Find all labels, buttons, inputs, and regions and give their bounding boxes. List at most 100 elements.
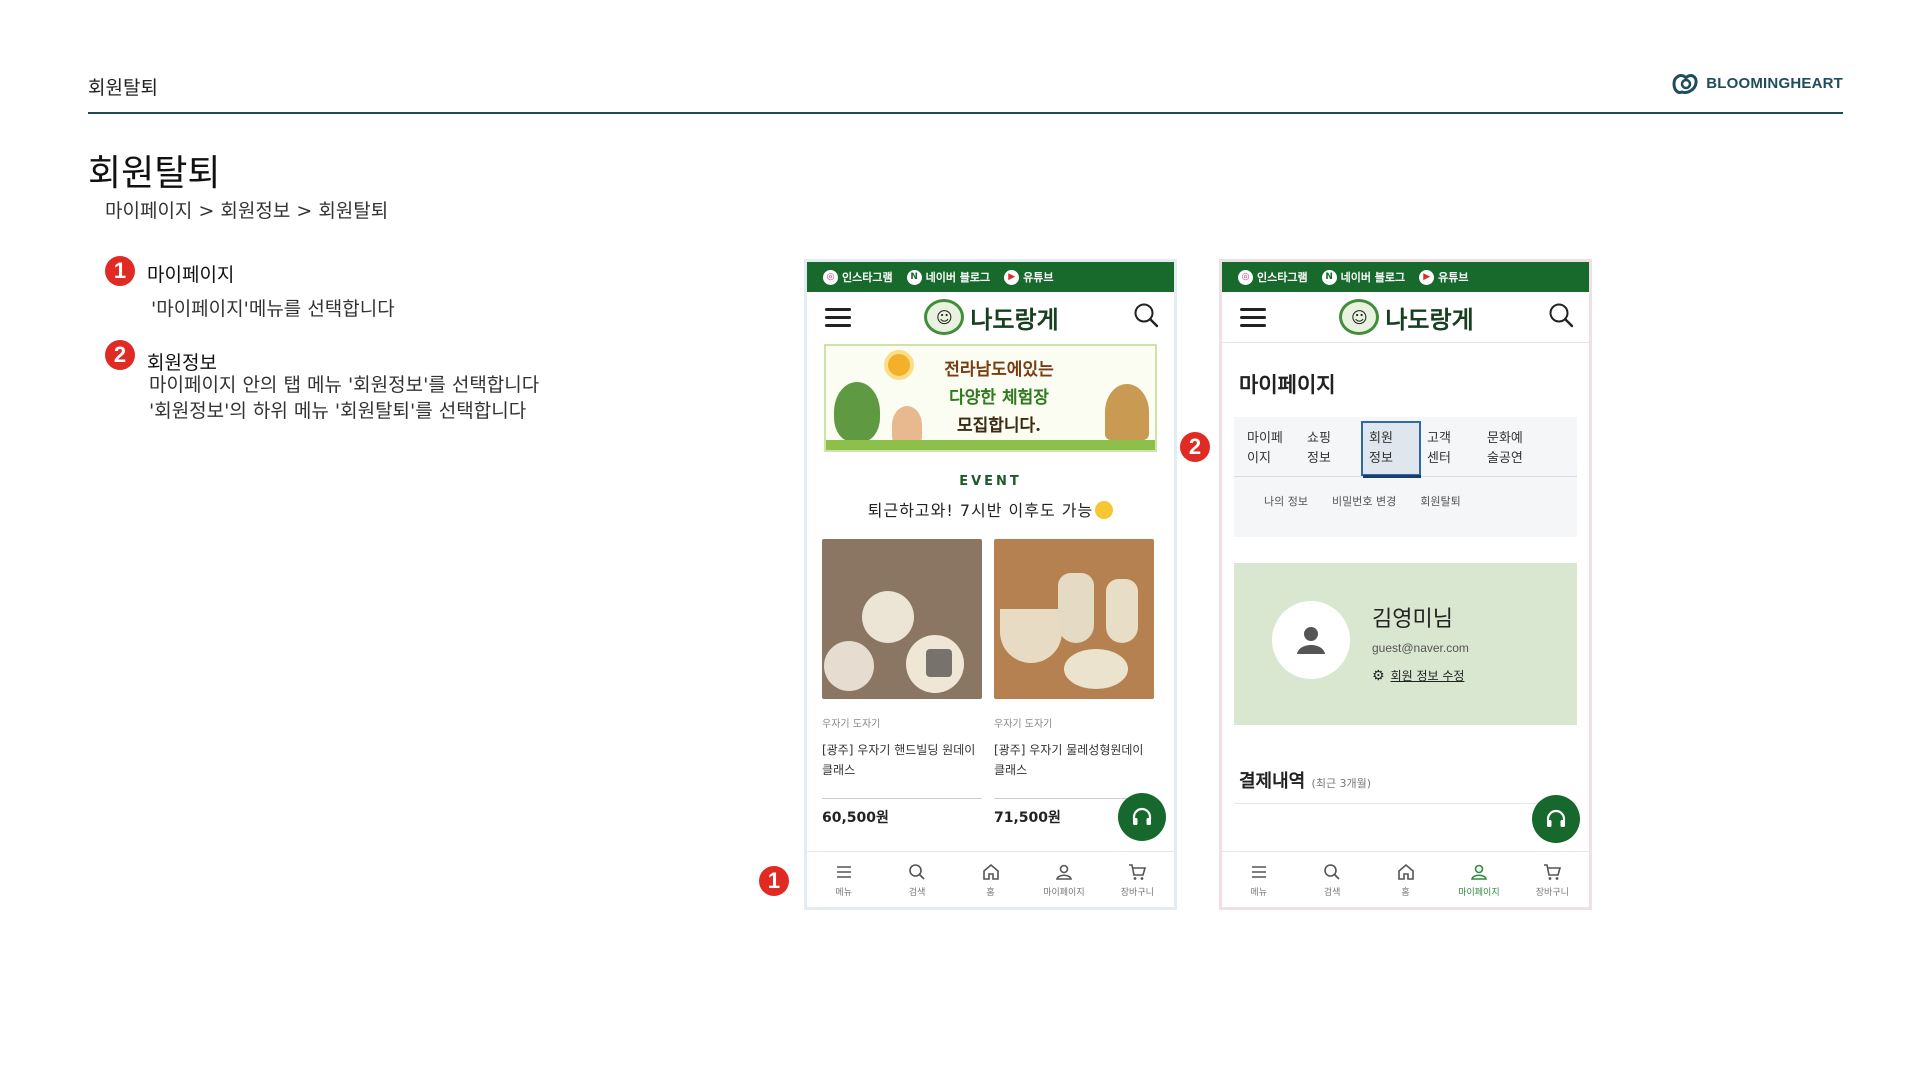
search-icon xyxy=(1324,863,1340,880)
youtube-icon: ▶ xyxy=(1004,269,1020,285)
cart-icon xyxy=(1544,863,1562,880)
home-icon xyxy=(1397,863,1414,880)
promo-banner[interactable]: 전라남도에있는 다양한 체험장 모집합니다. xyxy=(824,344,1157,452)
edit-profile-label: 회원 정보 수정 xyxy=(1390,669,1465,683)
step-desc-line: 마이페이지 안의 탭 메뉴 '회원정보'를 선택합니다 xyxy=(149,374,540,396)
step-description: 마이페이지 안의 탭 메뉴 '회원정보'를 선택합니다 '회원정보'의 하위 메… xyxy=(149,372,539,424)
mypage-title: 마이페이지 xyxy=(1239,373,1336,397)
nav-search[interactable]: 검색 xyxy=(880,852,953,907)
tab-customer-center[interactable]: 고객 센터 xyxy=(1421,425,1481,476)
banner-line: 다양한 체험장 xyxy=(949,388,1049,408)
member-info-subtabs: 나의 정보 비밀번호 변경 회원탈퇴 xyxy=(1234,477,1577,509)
edit-profile-link[interactable]: ⚙ 회원 정보 수정 xyxy=(1372,667,1464,684)
product-name: [광주] 우자기 물레성형원데이클래스 xyxy=(994,743,1144,777)
social-label: 인스타그램 xyxy=(842,271,893,284)
product-price: 60,500원 xyxy=(822,810,889,826)
payment-history-title: 결제내역 (최근 3개월) xyxy=(1239,767,1589,793)
social-link-instagram[interactable]: ◎ 인스타그램 xyxy=(823,269,893,285)
social-label: 유튜브 xyxy=(1438,271,1469,284)
mascot-icon: ☺ xyxy=(924,299,965,335)
youtube-icon: ▶ xyxy=(1419,269,1435,285)
social-link-instagram[interactable]: ◎ 인스타그램 xyxy=(1238,269,1308,285)
nav-search[interactable]: 검색 xyxy=(1295,852,1368,907)
social-bar: ◎ 인스타그램 N 네이버 블로그 ▶ 유튜브 xyxy=(807,262,1174,292)
banner-line: 전라남도에있는 xyxy=(944,360,1054,380)
nav-home[interactable]: 홈 xyxy=(954,852,1027,907)
product-name: [광주] 우자기 핸드빌딩 원데이클래스 xyxy=(822,743,976,777)
naver-blog-icon: N xyxy=(1321,269,1337,285)
social-label: 인스타그램 xyxy=(1257,271,1308,284)
step-badge: 1 xyxy=(105,256,135,286)
subtab-withdraw[interactable]: 회원탈퇴 xyxy=(1420,493,1460,509)
brand-name: BLOOMINGHEART xyxy=(1706,74,1843,92)
social-link-naver-blog[interactable]: N 네이버 블로그 xyxy=(906,269,990,285)
tab-shopping-info[interactable]: 쇼핑 정보 xyxy=(1301,425,1361,476)
payment-history-list xyxy=(1234,803,1577,843)
mypage-tab-panel: 마이페 이지 쇼핑 정보 회원 정보 고객 센터 문화예 술공연 나의 정보 비… xyxy=(1234,417,1577,537)
step-badge: 2 xyxy=(105,340,135,370)
tab-culture-arts[interactable]: 문화예 술공연 xyxy=(1481,425,1541,476)
farmer-illustration xyxy=(892,406,922,444)
social-link-youtube[interactable]: ▶ 유튜브 xyxy=(1419,269,1469,285)
nav-label: 검색 xyxy=(908,887,926,898)
step-title: 마이페이지 xyxy=(147,264,235,286)
support-chat-button[interactable] xyxy=(1532,795,1580,843)
headset-icon xyxy=(1132,807,1152,825)
product-image xyxy=(994,539,1154,699)
nav-label: 홈 xyxy=(1401,887,1410,898)
payment-subtitle: (최근 3개월) xyxy=(1311,777,1372,790)
profile-name: 김영미님 xyxy=(1372,607,1453,632)
nav-cart[interactable]: 장바구니 xyxy=(1516,852,1589,907)
product-list: 우자기 도자기 [광주] 우자기 핸드빌딩 원데이클래스 60,500원 우자기… xyxy=(807,539,1174,827)
event-label: EVENT xyxy=(959,474,1022,489)
user-avatar-icon xyxy=(1297,627,1325,654)
user-icon xyxy=(1055,864,1072,880)
nav-label: 메뉴 xyxy=(835,887,852,898)
profile-email: guest@naver.com xyxy=(1372,641,1469,655)
hamburger-menu-icon[interactable] xyxy=(825,307,851,327)
subtab-change-password[interactable]: 비밀번호 변경 xyxy=(1332,493,1396,509)
callout-marker-1: 1 xyxy=(759,866,789,896)
step-title: 회원정보 xyxy=(147,352,217,374)
support-chat-button[interactable] xyxy=(1118,793,1166,841)
hamburger-menu-icon[interactable] xyxy=(1240,307,1266,327)
instagram-icon: ◎ xyxy=(823,269,838,285)
nav-menu[interactable]: 메뉴 xyxy=(807,852,880,907)
search-icon[interactable] xyxy=(1547,301,1575,333)
app-logo[interactable]: ☺ 나도랑게 xyxy=(1339,299,1474,335)
nav-label: 검색 xyxy=(1323,887,1341,898)
phone-home-screen: ◎ 인스타그램 N 네이버 블로그 ▶ 유튜브 ☺ 나도랑게 전라남도에있는 다… xyxy=(804,259,1177,910)
subtab-my-info[interactable]: 나의 정보 xyxy=(1264,493,1308,509)
nav-cart[interactable]: 장바구니 xyxy=(1101,852,1174,907)
nav-label: 마이페이지 xyxy=(1458,887,1500,898)
nav-mypage[interactable]: 마이페이지 xyxy=(1442,852,1515,907)
product-category: 우자기 도자기 xyxy=(822,719,881,730)
search-icon xyxy=(909,863,925,880)
bottom-nav: 메뉴 검색 홈 마이페이지 장바구니 xyxy=(1222,851,1589,907)
social-link-naver-blog[interactable]: N 네이버 블로그 xyxy=(1321,269,1405,285)
search-icon[interactable] xyxy=(1132,301,1160,333)
social-label: 유튜브 xyxy=(1023,271,1054,284)
nav-menu[interactable]: 메뉴 xyxy=(1222,852,1295,907)
nav-mypage[interactable]: 마이페이지 xyxy=(1027,852,1100,907)
step-description: '마이페이지'메뉴를 선택합니다 xyxy=(151,296,395,322)
user-icon xyxy=(1470,864,1487,880)
hut-illustration xyxy=(1105,384,1149,440)
header-divider xyxy=(88,112,1843,114)
product-card[interactable]: 우자기 도자기 [광주] 우자기 물레성형원데이클래스 71,500원 xyxy=(994,539,1154,827)
menu-icon xyxy=(1251,865,1266,878)
nav-home[interactable]: 홈 xyxy=(1369,852,1442,907)
tab-member-info[interactable]: 회원 정보 xyxy=(1361,421,1421,476)
breadcrumb: 마이페이지 > 회원정보 > 회원탈퇴 xyxy=(105,200,389,222)
section-label: 회원탈퇴 xyxy=(88,77,158,99)
social-link-youtube[interactable]: ▶ 유튜브 xyxy=(1004,269,1054,285)
tab-mypage[interactable]: 마이페 이지 xyxy=(1241,425,1301,476)
logo-text: 나도랑게 xyxy=(970,305,1059,334)
callout-marker-2: 2 xyxy=(1180,432,1210,462)
product-card[interactable]: 우자기 도자기 [광주] 우자기 핸드빌딩 원데이클래스 60,500원 xyxy=(822,539,982,827)
banner-line: 모집합니다. xyxy=(956,416,1042,436)
nav-label: 메뉴 xyxy=(1250,887,1267,898)
bloomingheart-logo-icon xyxy=(1672,74,1698,94)
event-title-text: 퇴근하고와! 7시반 이후도 가능 xyxy=(867,501,1094,520)
app-logo[interactable]: ☺ 나도랑게 xyxy=(924,299,1059,335)
